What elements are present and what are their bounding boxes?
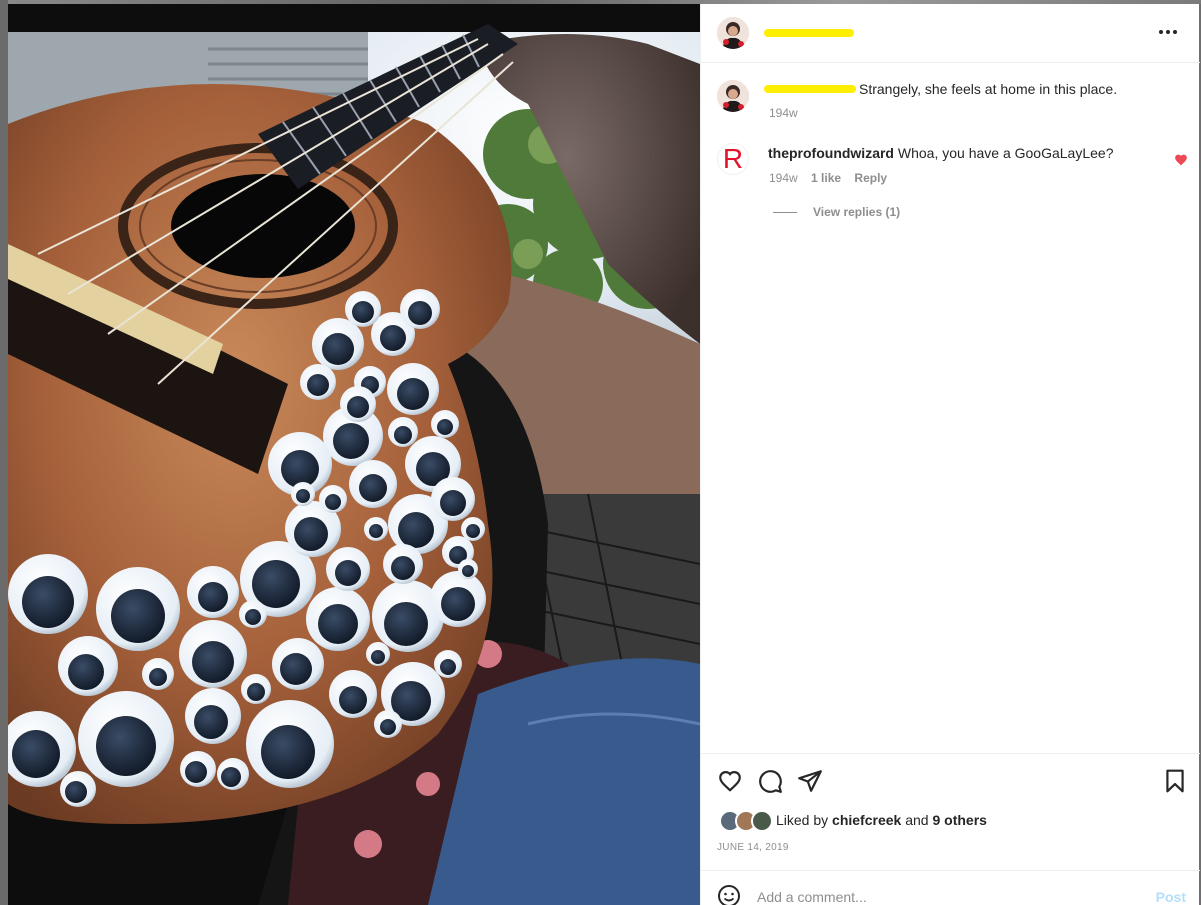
view-replies-label: View replies (1) bbox=[813, 205, 901, 219]
author-avatar[interactable] bbox=[717, 17, 749, 49]
heart-icon[interactable] bbox=[717, 768, 743, 794]
liker-avatars[interactable] bbox=[719, 810, 773, 832]
comment-heart-icon[interactable] bbox=[1174, 153, 1188, 166]
author-username-redacted[interactable] bbox=[764, 29, 854, 37]
comment-body: theprofoundwizard Whoa, you have a GooGa… bbox=[768, 144, 1113, 162]
comment-icon[interactable] bbox=[757, 768, 783, 794]
comment-text: Whoa, you have a GooGaLayLee? bbox=[897, 145, 1114, 161]
comment-reply-button[interactable]: Reply bbox=[854, 171, 887, 185]
author-avatar-image bbox=[717, 17, 749, 49]
post-detail-panel: Strangely, she feels at home in this pla… bbox=[700, 4, 1200, 905]
backdrop-left bbox=[0, 0, 8, 905]
comment-input[interactable] bbox=[757, 883, 1137, 905]
liker-avatar bbox=[751, 810, 773, 832]
view-replies-line bbox=[773, 211, 797, 213]
comment-like-count[interactable]: 1 like bbox=[811, 171, 841, 185]
liked-by-text: Liked by chiefcreek and 9 others bbox=[776, 812, 987, 828]
comment-meta: 194w 1 like Reply bbox=[769, 171, 897, 185]
caption-username-redacted[interactable] bbox=[764, 85, 856, 93]
smiley-icon[interactable] bbox=[717, 884, 741, 905]
caption-avatar-image bbox=[717, 80, 749, 112]
caption-text: Strangely, she feels at home in this pla… bbox=[859, 81, 1118, 97]
liked-by-connector: and bbox=[905, 812, 929, 828]
post-header bbox=[701, 4, 1200, 63]
caption-age[interactable]: 194w bbox=[769, 106, 798, 120]
comment-username[interactable]: theprofoundwizard bbox=[768, 145, 894, 161]
liked-by-prefix: Liked by bbox=[776, 812, 829, 828]
post-image[interactable] bbox=[8, 4, 700, 905]
add-comment-bar: Post bbox=[701, 870, 1200, 905]
caption-author-avatar[interactable] bbox=[717, 80, 749, 112]
post-button[interactable]: Post bbox=[1156, 889, 1186, 905]
comment-age[interactable]: 194w bbox=[769, 171, 798, 185]
bookmark-icon[interactable] bbox=[1162, 768, 1188, 794]
commenter-avatar-letter: R bbox=[722, 143, 744, 174]
liked-by-user[interactable]: chiefcreek bbox=[832, 812, 901, 828]
post-date[interactable]: JUNE 14, 2019 bbox=[717, 842, 789, 853]
view-replies-button[interactable]: View replies (1) bbox=[773, 205, 900, 219]
more-options-icon[interactable] bbox=[1156, 23, 1180, 41]
actions-divider bbox=[701, 753, 1200, 754]
commenter-avatar[interactable]: R bbox=[717, 143, 749, 175]
send-icon[interactable] bbox=[797, 768, 823, 794]
liked-by-others[interactable]: 9 others bbox=[932, 812, 986, 828]
ukulele-photo bbox=[8, 4, 700, 905]
caption-meta: 194w bbox=[769, 106, 808, 120]
